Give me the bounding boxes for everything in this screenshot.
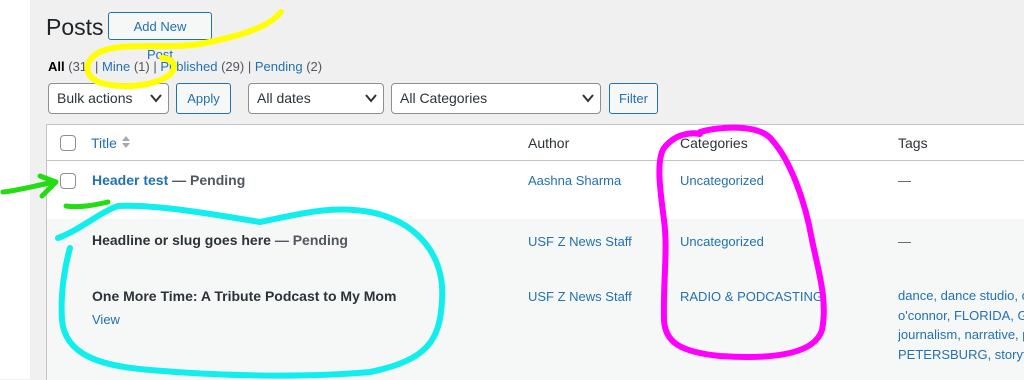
column-title-sort[interactable]: Title <box>91 135 131 151</box>
filter-button[interactable]: Filter <box>609 83 658 114</box>
column-tags: Tags <box>898 135 928 151</box>
view-post-link[interactable]: View <box>92 312 120 327</box>
table-row: One More Time: A Tribute Podcast to My M… <box>47 275 1024 380</box>
category-link[interactable]: Uncategorized <box>680 234 764 249</box>
chevron-down-icon <box>365 84 377 123</box>
author-link[interactable]: USF Z News Staff <box>528 234 632 249</box>
view-published-link[interactable]: Published <box>160 59 217 74</box>
tags-line[interactable]: journalism, narrative, p <box>898 325 1024 345</box>
tags-empty: — <box>898 173 911 188</box>
post-title-text[interactable]: Headline or slug goes here <box>92 232 271 248</box>
posts-table: Title Author Categories Tags Header test… <box>46 124 1024 380</box>
chevron-down-icon <box>150 84 162 123</box>
author-link[interactable]: USF Z News Staff <box>528 289 632 304</box>
view-all-count: (31) <box>68 59 92 74</box>
add-new-post-button[interactable]: Add New Post <box>108 12 212 62</box>
row-title: One More Time: A Tribute Podcast to My M… <box>92 288 396 304</box>
view-pending-link[interactable]: Pending <box>255 59 303 74</box>
column-categories: Categories <box>680 135 748 151</box>
view-all-link[interactable]: All <box>48 59 65 74</box>
tags-line[interactable]: o'connor, FLORIDA, Gl <box>898 306 1024 326</box>
post-state: — Pending <box>274 232 348 248</box>
table-header: Title Author Categories Tags <box>47 125 1024 161</box>
page-edge <box>0 0 30 379</box>
category-link[interactable]: Uncategorized <box>680 173 764 188</box>
bulk-actions-label: Bulk actions <box>57 90 133 106</box>
view-separator: | <box>153 59 157 74</box>
post-title-link[interactable]: Header test <box>92 172 168 188</box>
post-status-views: All (31) | Mine (1) | Published (29) | P… <box>48 59 322 74</box>
page-title: Posts <box>46 14 104 40</box>
row-title: Headline or slug goes here — Pending <box>92 232 348 248</box>
row-checkbox[interactable] <box>60 173 76 189</box>
sort-icon <box>121 135 131 151</box>
dates-select[interactable]: All dates <box>248 83 384 114</box>
column-title-label: Title <box>91 135 117 151</box>
view-separator: | <box>95 59 99 74</box>
bulk-actions-select[interactable]: Bulk actions <box>48 83 169 114</box>
post-state: — Pending <box>172 172 246 188</box>
select-all-checkbox[interactable] <box>60 135 76 151</box>
view-separator: | <box>247 59 252 74</box>
row-title: Header test — Pending <box>92 172 245 188</box>
view-mine-link[interactable]: Mine <box>102 59 130 74</box>
table-row: Header test — Pending Aashna Sharma Unca… <box>47 161 1024 219</box>
tags-line[interactable]: PETERSBURG, storytell <box>898 345 1024 365</box>
apply-button[interactable]: Apply <box>176 83 231 114</box>
tags-empty: — <box>898 234 911 249</box>
view-published-count: (29) <box>221 59 245 74</box>
categories-label: All Categories <box>400 90 488 106</box>
tags-line[interactable]: dance, dance studio, o <box>898 286 1024 306</box>
view-pending-count: (2) <box>306 59 323 74</box>
dates-label: All dates <box>257 90 311 106</box>
table-row: Headline or slug goes here — Pending USF… <box>47 219 1024 275</box>
post-title-text[interactable]: One More Time: A Tribute Podcast to My M… <box>92 288 396 304</box>
categories-select[interactable]: All Categories <box>391 83 601 114</box>
view-mine-count: (1) <box>133 59 150 74</box>
column-author: Author <box>528 135 570 151</box>
category-link[interactable]: RADIO & PODCASTING <box>680 289 823 304</box>
author-link[interactable]: Aashna Sharma <box>528 173 621 188</box>
chevron-down-icon <box>582 84 594 123</box>
tags-list: dance, dance studio, o o'connor, FLORIDA… <box>898 286 1024 364</box>
